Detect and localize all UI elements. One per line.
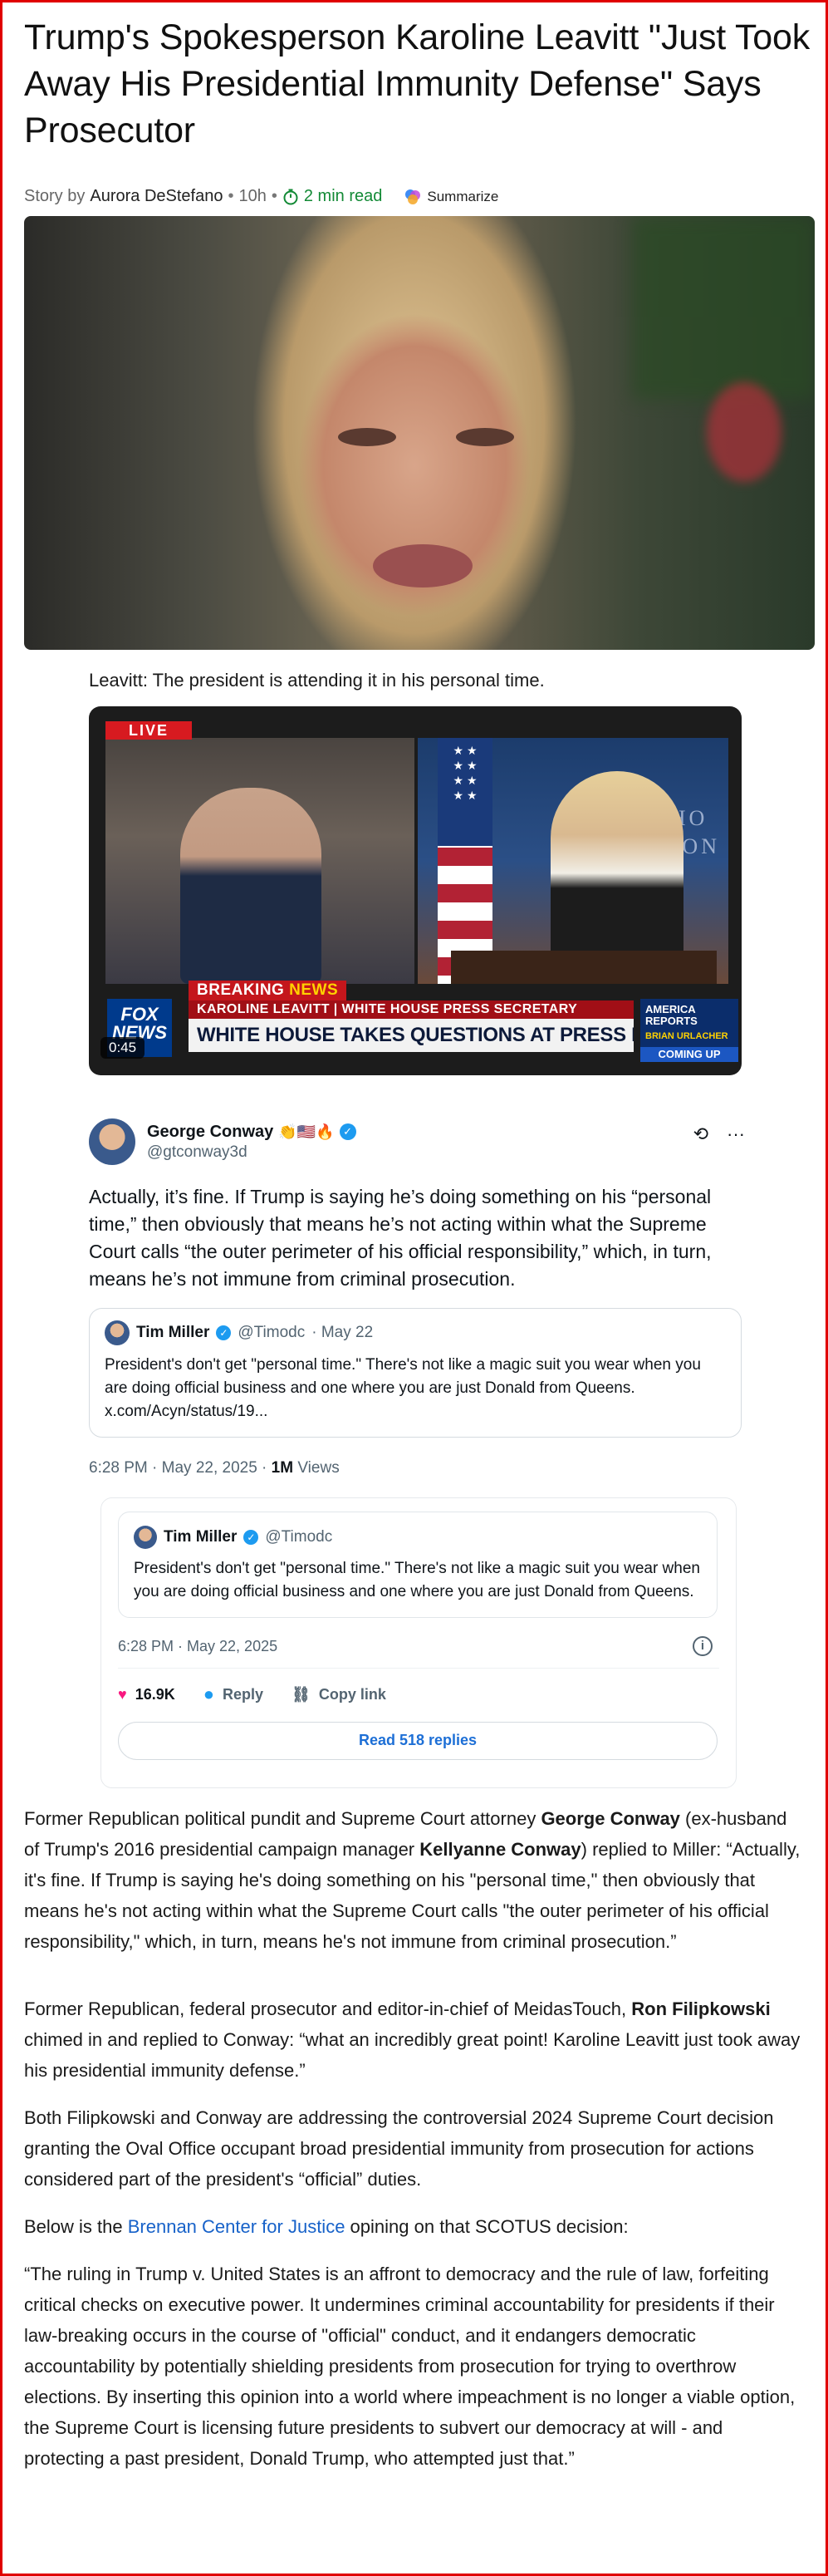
copilot-icon	[405, 189, 421, 204]
verified-icon: ✓	[216, 1325, 232, 1340]
quoted-tweet[interactable]: Tim Miller ✓ @Timodc · May 22 President'…	[89, 1308, 742, 1438]
embed-handle[interactable]: @Timodc	[265, 1528, 332, 1546]
tweet-text: Actually, it’s fine. If Trump is saying …	[89, 1186, 712, 1290]
link-icon: ⛓	[292, 1685, 311, 1703]
tweet-meta: 6:28 PM · May 22, 2025 · 1M Views	[89, 1459, 340, 1477]
summarize-button[interactable]: Summarize	[404, 188, 498, 206]
tweet-body: Tim Miller ✓ @Timodc President's don't g…	[118, 1512, 718, 1618]
quote-text: President's don't get "personal time." T…	[105, 1356, 701, 1420]
read-time-label: 2 min read	[303, 187, 383, 205]
embedded-tweet[interactable]: George Conway 👏🇺🇸🔥 ✓ @gtconway3d ⟲ ··· A…	[89, 1118, 745, 1477]
live-badge: LIVE	[105, 721, 192, 740]
reply-button[interactable]: ● Reply	[203, 1684, 263, 1705]
tweet-author[interactable]: George Conway 👏🇺🇸🔥 ✓	[147, 1123, 356, 1142]
time-ago: 10h	[238, 187, 267, 205]
heart-icon: ♥	[118, 1685, 127, 1703]
byline-prefix: Story by	[24, 187, 86, 205]
embed-text: President's don't get "personal time." T…	[134, 1560, 700, 1600]
paragraph-1: Former Republican political pundit and S…	[24, 1808, 801, 1952]
byline: Story by Aurora DeStefano • 10h • 2 min …	[24, 187, 499, 206]
paragraph-3: Both Filipkowski and Conway are addressi…	[24, 2107, 774, 2190]
copy-link-button[interactable]: ⛓ Copy link	[292, 1686, 386, 1703]
video-left-panel	[105, 738, 414, 984]
breaking-news-tag: BREAKING NEWS	[189, 981, 347, 1000]
info-icon[interactable]: i	[693, 1636, 713, 1656]
lower-third-headline: WHITE HOUSE TAKES QUESTIONS AT PRESS BRI…	[189, 1019, 634, 1052]
article-page: Trump's Spokesperson Karoline Leavitt "J…	[2, 2, 826, 2474]
read-time: 2 min read	[282, 187, 383, 206]
article-headline: Trump's Spokesperson Karoline Leavitt "J…	[24, 17, 811, 150]
embed-author[interactable]: Tim Miller	[164, 1528, 237, 1546]
author-link[interactable]: Aurora DeStefano	[90, 187, 223, 206]
hero-image	[24, 216, 815, 650]
embed-date[interactable]: 6:28 PM · May 22, 2025	[118, 1638, 277, 1655]
lower-third-name: KAROLINE LEAVITT | WHITE HOUSE PRESS SEC…	[189, 1000, 634, 1019]
verified-icon: ✓	[243, 1530, 259, 1545]
x-logo-icon[interactable]: ⟲	[693, 1123, 708, 1145]
avatar[interactable]	[89, 1118, 135, 1165]
timer-icon	[283, 189, 298, 204]
tweet-actions: ⟲ ···	[693, 1123, 745, 1145]
read-replies-button[interactable]: Read 518 replies	[118, 1722, 718, 1760]
tweet-handle[interactable]: @gtconway3d	[147, 1143, 356, 1162]
avatar[interactable]	[134, 1526, 157, 1549]
embed-actions: ♥ 16.9K ● Reply ⛓ Copy link	[118, 1684, 719, 1705]
summarize-label: Summarize	[427, 188, 499, 204]
avatar	[105, 1320, 130, 1345]
quote-author: Tim Miller	[136, 1324, 210, 1341]
video-player[interactable]: ★ ★★ ★★ ★★ ★ TE HO NGTON LIVE BREAKING N…	[89, 706, 742, 1075]
reply-bubble-icon: ●	[203, 1684, 215, 1704]
quote-date: · May 22	[311, 1324, 374, 1341]
image-caption: Leavitt: The president is attending it i…	[89, 670, 545, 691]
paragraph-2: Former Republican, federal prosecutor an…	[24, 1998, 801, 2081]
video-duration: 0:45	[100, 1037, 145, 1059]
quote-handle: @Timodc	[238, 1324, 306, 1341]
promo-box: AMERICA REPORTS BRIAN URLACHER COMING UP	[640, 999, 738, 1062]
tweet-header: George Conway 👏🇺🇸🔥 ✓ @gtconway3d ⟲ ···	[89, 1118, 745, 1165]
paragraph-5-quote: “The ruling in Trump v. United States is…	[24, 2264, 796, 2469]
brennan-center-link[interactable]: Brennan Center for Justice	[128, 2216, 345, 2237]
paragraph-4: Below is the Brennan Center for Justice …	[24, 2216, 629, 2237]
like-button[interactable]: ♥ 16.9K	[118, 1686, 175, 1703]
more-options-icon[interactable]: ···	[727, 1123, 745, 1145]
divider	[118, 1668, 719, 1669]
embedded-tweet-card[interactable]: Tim Miller ✓ @Timodc President's don't g…	[100, 1497, 737, 1788]
verified-icon: ✓	[339, 1123, 356, 1140]
video-right-panel: ★ ★★ ★★ ★★ ★ TE HO NGTON	[418, 738, 728, 984]
